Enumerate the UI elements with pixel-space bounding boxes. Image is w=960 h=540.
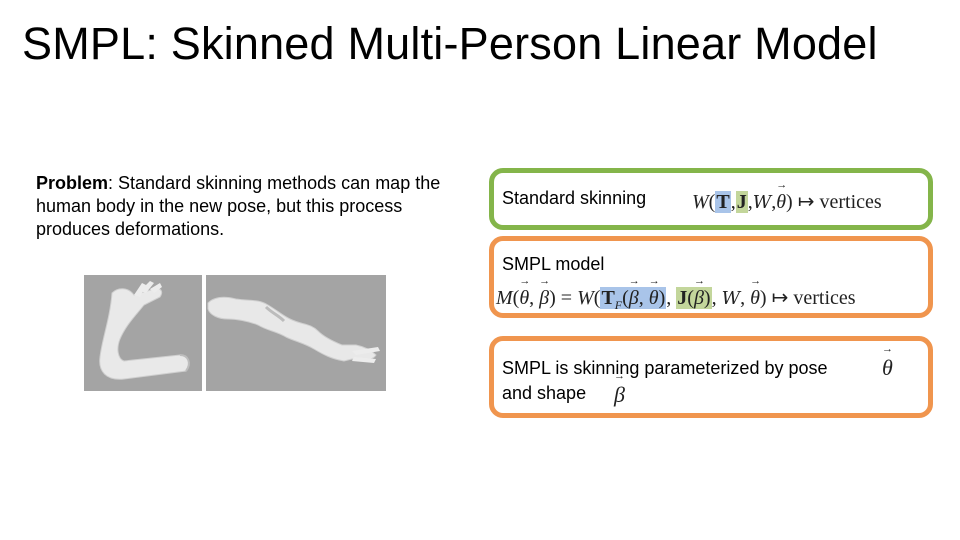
smpl-model-formula: M(θ, β) = W(TF(β, θ), J(β), W, θ) ↦ vert… [496, 275, 856, 313]
smpl-vertices-text: vertices [793, 287, 856, 309]
pose-theta-symbol: θ [882, 343, 893, 381]
problem-statement: Problem: Standard skinning methods can m… [36, 172, 446, 241]
standard-vertices-text: vertices [819, 191, 882, 213]
smpl-param-line2: and shape [502, 383, 587, 403]
arm-deformed-image [206, 275, 386, 391]
problem-label: Problem [36, 173, 109, 193]
arm-bent-image [84, 275, 202, 391]
smpl-parameterization-box: SMPL is skinning parameterized by pose θ… [489, 336, 933, 418]
slide-title: SMPL: Skinned Multi-Person Linear Model [22, 18, 878, 69]
standard-skinning-formula: W(T,J,W,θ) ↦ vertices [692, 179, 882, 214]
smpl-model-label: SMPL model [502, 254, 605, 274]
smpl-model-box: SMPL model M(θ, β) = W(TF(β, θ), J(β), W… [489, 236, 933, 318]
standard-skinning-label: Standard skinning [502, 188, 647, 208]
standard-skinning-box: Standard skinning W(T,J,W,θ) ↦ vertices [489, 168, 933, 230]
smpl-param-line1: SMPL is skinning parameterized by pose [502, 358, 828, 378]
shape-beta-symbol: β [614, 370, 625, 408]
deformation-figure [84, 275, 386, 391]
